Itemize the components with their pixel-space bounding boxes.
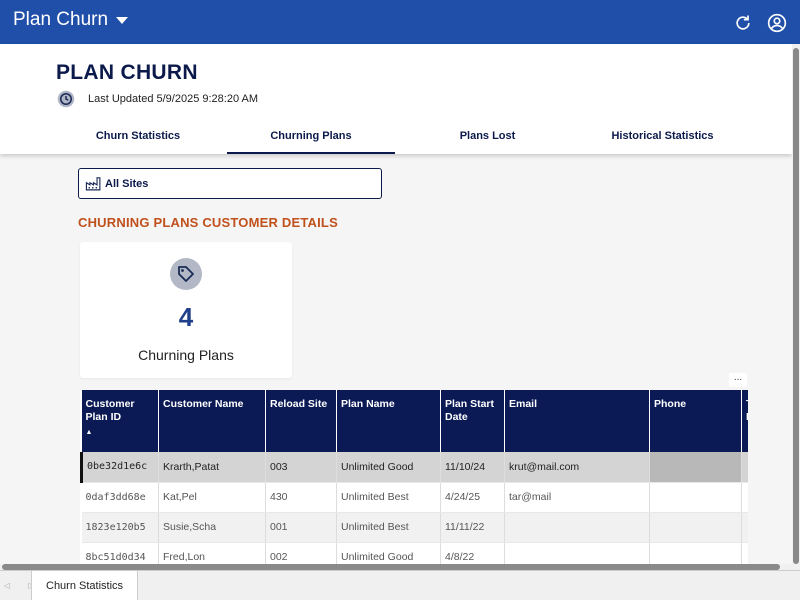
cell-plan-id: 8bc51d0d34 [81, 542, 159, 565]
app-title-dropdown[interactable]: Plan Churn [13, 9, 129, 31]
table-row[interactable]: 8bc51d0d34 Fred,Lon 002 Unlimited Good 4… [81, 542, 748, 565]
cell-start-date: 4/24/25 [440, 482, 505, 513]
vertical-scrollbar-thumb[interactable] [793, 48, 799, 564]
cell-email [504, 512, 650, 543]
kpi-label: Churning Plans [138, 347, 234, 363]
cell-phone [649, 542, 742, 565]
last-updated-text: Last Updated 5/9/2025 9:28:20 AM [88, 93, 259, 105]
column-header-plan-start-date[interactable]: Plan Start Date [440, 390, 505, 452]
column-header-customer-name[interactable]: Customer Name [158, 390, 266, 452]
app-title-text: Plan Churn [13, 9, 109, 30]
page-header: PLAN CHURN Last Updated 5/9/2025 9:28:20… [0, 44, 792, 154]
column-header-phone[interactable]: Phone [649, 390, 742, 452]
cell-start-date: 4/8/22 [440, 542, 505, 565]
cell-phone [649, 512, 742, 543]
site-filter-label: All Sites [105, 177, 149, 190]
cell-email: tar@mail [504, 482, 650, 513]
tab-churning-plans[interactable]: Churning Plans [227, 122, 395, 154]
top-bar: Plan Churn [0, 0, 800, 44]
caret-down-icon [116, 16, 129, 24]
cell-reload-site: 002 [265, 542, 337, 565]
more-options-button[interactable]: ... [729, 373, 747, 387]
cell-extra [741, 512, 748, 543]
column-header-reload-site[interactable]: Reload Site [265, 390, 337, 452]
cell-plan-id: 1823e120b5 [81, 512, 159, 543]
cell-reload-site: 003 [265, 452, 337, 483]
cell-reload-site: 001 [265, 512, 337, 543]
refresh-icon[interactable] [733, 13, 753, 33]
column-header-email[interactable]: Email [504, 390, 650, 452]
sort-ascending-icon: ▲ [85, 429, 93, 436]
section-heading: CHURNING PLANS CUSTOMER DETAILS [78, 215, 338, 230]
cell-extra [741, 452, 748, 483]
cell-customer-name: Susie,Scha [158, 512, 266, 543]
churning-plans-card: 4 Churning Plans [80, 242, 292, 378]
tab-bar: Churn Statistics Churning Plans Plans Lo… [50, 122, 750, 154]
tab-churn-statistics[interactable]: Churn Statistics [50, 122, 226, 154]
cell-extra [741, 482, 748, 513]
vertical-scrollbar[interactable] [792, 44, 800, 570]
cell-start-date: 11/10/24 [440, 452, 505, 483]
column-label: Customer Plan ID [85, 398, 135, 423]
table-row[interactable]: 0be32d1e6c Krarth,Patat 003 Unlimited Go… [80, 452, 748, 483]
kpi-value: 4 [178, 302, 194, 332]
sheet-tab-bar: ◁ ▷ Churn Statistics [0, 570, 800, 600]
page-title: PLAN CHURN [56, 61, 198, 84]
table-row[interactable]: 0daf3dd68e Kat,Pel 430 Unlimited Best 4/… [81, 482, 748, 513]
cell-plan-id: 0be32d1e6c [80, 452, 159, 483]
column-header-customer-plan-id[interactable]: Customer Plan ID ▲ [81, 390, 159, 452]
cell-email: krut@mail.com [504, 452, 650, 483]
factory-icon [85, 177, 101, 191]
cell-email [504, 542, 650, 565]
column-header-plan-name[interactable]: Plan Name [336, 390, 441, 452]
column-header-truncated[interactable]: T P [741, 390, 748, 452]
cell-plan-id: 0daf3dd68e [81, 482, 159, 513]
cell-extra [741, 542, 748, 565]
sheet-tab-churn-statistics[interactable]: Churn Statistics [31, 571, 139, 600]
tab-plans-lost[interactable]: Plans Lost [400, 122, 575, 154]
clock-icon [57, 90, 75, 108]
customer-details-table: Customer Plan ID ▲ Customer Name Reload … [80, 390, 748, 565]
cell-phone [649, 452, 742, 483]
tab-historical-statistics[interactable]: Historical Statistics [575, 122, 750, 154]
cell-plan-name: Unlimited Best [336, 512, 441, 543]
cell-plan-name: Unlimited Good [336, 542, 441, 565]
cell-phone [649, 482, 742, 513]
cell-reload-site: 430 [265, 482, 337, 513]
tag-icon [170, 258, 202, 290]
site-filter-button[interactable]: All Sites [78, 168, 382, 199]
user-circle-icon[interactable] [767, 13, 787, 33]
cell-plan-name: Unlimited Good [336, 452, 441, 483]
cell-start-date: 11/11/22 [440, 512, 505, 543]
cell-customer-name: Fred,Lon [158, 542, 266, 565]
table-row[interactable]: 1823e120b5 Susie,Scha 001 Unlimited Best… [81, 512, 748, 543]
cell-customer-name: Krarth,Patat [158, 452, 266, 483]
cell-plan-name: Unlimited Best [336, 482, 441, 513]
cell-customer-name: Kat,Pel [158, 482, 266, 513]
